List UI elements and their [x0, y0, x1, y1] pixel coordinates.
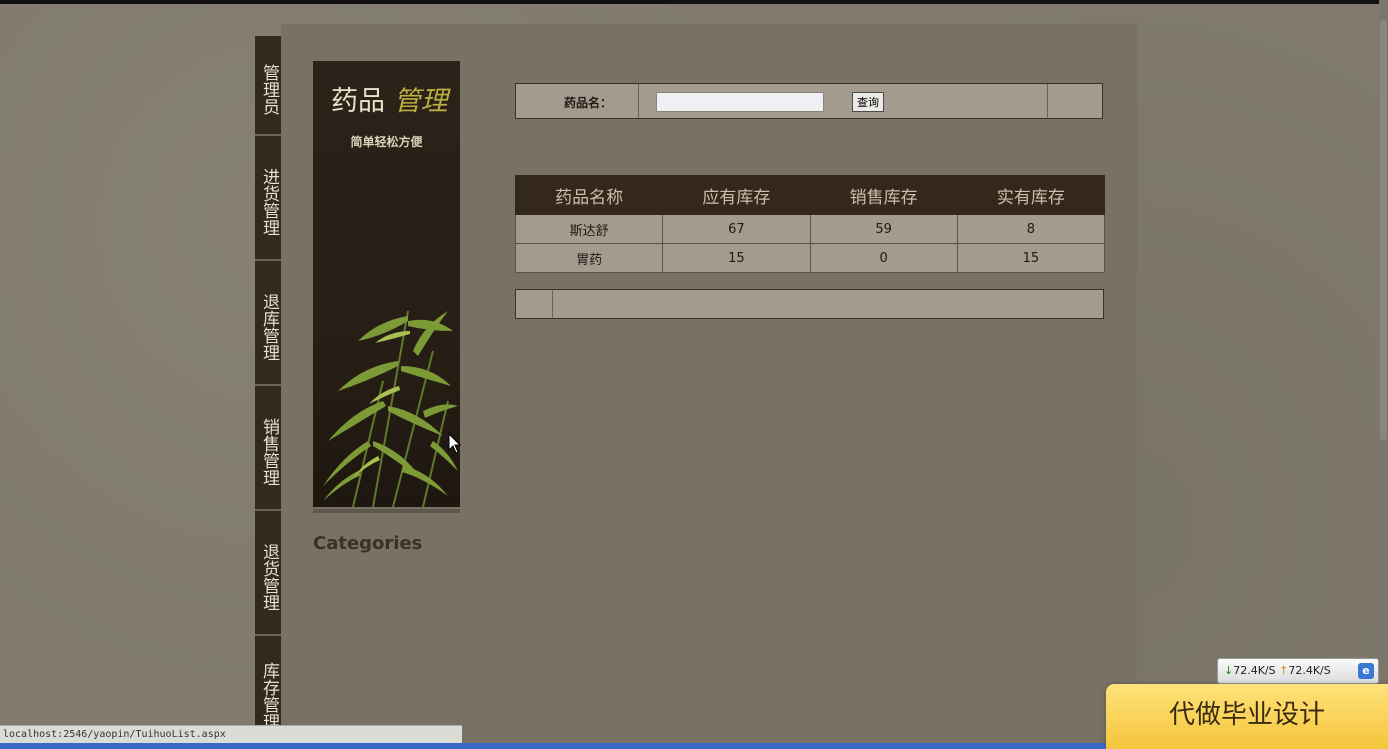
- banner: 药品 管理 简单轻松方便: [313, 61, 460, 507]
- col-sold-stock: 销售库存: [809, 175, 958, 215]
- upload-arrow-icon: ↑: [1279, 664, 1289, 677]
- table-row: 斯达舒 67 59 8: [514, 214, 1106, 244]
- cell-sold-stock: 0: [809, 243, 958, 273]
- pager-cell: [516, 290, 553, 318]
- banner-divider: [313, 509, 460, 513]
- banner-title: 药品 管理: [331, 79, 448, 118]
- scrollbar-thumb[interactable]: [1380, 20, 1387, 440]
- banner-title-main: 药品: [331, 86, 385, 117]
- browser-status-bar: localhost:2546/yaopin/TuihuoList.aspx: [0, 725, 462, 743]
- table-header-row: 药品名称 应有库存 销售库存 实有库存: [514, 175, 1106, 215]
- browser-e-icon: e: [1358, 663, 1374, 679]
- cell-drug-name: 胃药: [514, 243, 664, 273]
- table-row: 胃药 15 0 15: [514, 243, 1106, 273]
- col-actual-stock: 实有库存: [956, 175, 1106, 215]
- promo-banner[interactable]: 代做毕业设计: [1106, 684, 1388, 749]
- nav-item-sales[interactable]: 销售管理: [255, 386, 281, 511]
- banner-subtitle: 简单轻松方便: [350, 135, 423, 149]
- top-bar: [0, 0, 1388, 4]
- search-bar: 药品名： 查询: [515, 83, 1103, 119]
- nav-item-admin[interactable]: 管理员: [255, 36, 281, 136]
- search-label: 药品名：: [564, 96, 613, 110]
- scrollbar-track[interactable]: [1379, 0, 1388, 725]
- net-speed-widget[interactable]: ↓72.4K/S ↑72.4K/S e: [1217, 658, 1379, 684]
- net-up-value: 72.4K/S: [1288, 664, 1331, 677]
- nav-item-returns[interactable]: 退货管理: [255, 511, 281, 636]
- mouse-cursor-icon: [448, 433, 462, 454]
- cell-expected-stock: 67: [662, 214, 811, 244]
- bamboo-image: [323, 310, 458, 507]
- side-nav: 管理员 进货管理 退库管理 销售管理 退货管理 库存管理: [255, 36, 281, 749]
- stock-table: 药品名称 应有库存 销售库存 实有库存 斯达舒 67 59 8 胃药 15 0 …: [514, 175, 1106, 273]
- search-label-cell: 药品名：: [516, 84, 639, 118]
- banner-title-em: 管理: [393, 86, 448, 117]
- nav-item-purchase[interactable]: 进货管理: [255, 136, 281, 261]
- cell-actual-stock: 15: [956, 243, 1106, 273]
- search-end-cell: [1047, 84, 1103, 118]
- cell-expected-stock: 15: [662, 243, 811, 273]
- net-down-value: 72.4K/S: [1233, 664, 1276, 677]
- search-button[interactable]: 查询: [852, 92, 884, 112]
- drug-name-input[interactable]: [656, 92, 824, 112]
- col-drug-name: 药品名称: [514, 175, 664, 215]
- cell-actual-stock: 8: [956, 214, 1106, 244]
- categories-heading: Categories: [313, 533, 423, 554]
- download-arrow-icon: ↓: [1224, 664, 1234, 677]
- nav-item-return-stock[interactable]: 退库管理: [255, 261, 281, 386]
- pager-bar: [515, 289, 1104, 319]
- col-expected-stock: 应有库存: [662, 175, 811, 215]
- cell-drug-name: 斯达舒: [514, 214, 664, 244]
- cell-sold-stock: 59: [809, 214, 958, 244]
